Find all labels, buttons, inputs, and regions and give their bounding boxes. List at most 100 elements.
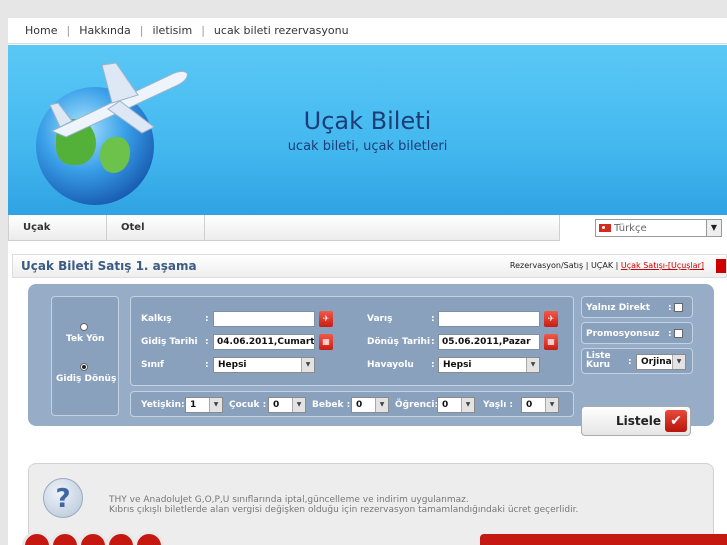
airplane-pick-icon[interactable]: ✈ xyxy=(319,311,333,327)
infant-value: 0 xyxy=(356,400,363,410)
search-button[interactable]: Listele ✔ xyxy=(581,406,691,436)
step-marker xyxy=(716,259,726,273)
airline-value: Hepsi xyxy=(443,360,472,370)
turkey-flag-icon xyxy=(599,224,611,232)
senior-value: 0 xyxy=(526,400,533,410)
direct-only-option: Yalnız Direkt : xyxy=(581,296,693,318)
page: Home | Hakkında | iletisim | ucak bileti… xyxy=(8,18,727,545)
origin-label: Kalkış xyxy=(141,314,172,324)
decorative-circles xyxy=(22,531,164,545)
direct-only-checkbox[interactable] xyxy=(674,303,683,312)
colon: : xyxy=(668,329,672,339)
child-label: Çocuk : xyxy=(229,400,267,410)
departure-date-label: Gidiş Tarihi xyxy=(141,337,198,347)
route-panel: Kalkış : ✈ Varış : ✈ Gidiş Tarihi : 04.0… xyxy=(130,296,574,386)
destination-label: Varış xyxy=(367,314,393,324)
list-currency-label-line: Kuru xyxy=(586,360,611,370)
child-select[interactable]: 0 ▼ xyxy=(268,397,306,413)
class-select[interactable]: Hepsi ▼ xyxy=(213,357,315,373)
round-trip-label: Gidiş Dönüş xyxy=(56,374,117,384)
passenger-panel: Yetişkin: 1 ▼ Çocuk : 0 ▼ Bebek : 0 ▼ Öğ… xyxy=(130,391,574,417)
red-circle xyxy=(106,531,136,545)
chevron-down-icon: ▼ xyxy=(209,398,222,412)
adult-select[interactable]: 1 ▼ xyxy=(185,397,223,413)
infant-select[interactable]: 0 ▼ xyxy=(351,397,389,413)
top-navigation: Home | Hakkında | iletisim | ucak bileti… xyxy=(8,18,727,44)
return-date-input[interactable]: 05.06.2011,Pazar xyxy=(438,334,540,350)
chevron-down-icon: ▼ xyxy=(461,398,474,412)
trip-type-panel: Tek Yön Gidiş Dönüş xyxy=(51,296,119,416)
senior-select[interactable]: 0 ▼ xyxy=(521,397,559,413)
direct-only-label: Yalnız Direkt xyxy=(586,303,651,313)
child-value: 0 xyxy=(273,400,280,410)
chevron-down-icon[interactable]: ▼ xyxy=(706,220,721,236)
nav-reservation-link[interactable]: ucak bileti rezervasyonu xyxy=(205,24,358,37)
site-title: Uçak Bileti xyxy=(303,107,432,135)
tab-hotel[interactable]: Otel xyxy=(107,215,205,240)
departure-date-input[interactable]: 04.06.2011,Cumartesi xyxy=(213,334,315,350)
breadcrumb-link[interactable]: Uçak Satışı-[Uçuşlar] xyxy=(621,261,704,270)
main-navigation: Uçak Otel xyxy=(8,215,560,241)
question-icon: ? xyxy=(43,478,83,518)
chevron-down-icon: ▼ xyxy=(292,398,305,412)
red-circle xyxy=(78,531,108,545)
origin-input[interactable] xyxy=(213,311,315,327)
site-subtitle: ucak bileti, uçak biletleri xyxy=(287,139,448,154)
calendar-icon[interactable]: ▦ xyxy=(319,334,333,350)
one-way-label: Tek Yön xyxy=(66,334,105,344)
decorative-red-bar xyxy=(480,534,727,545)
class-label: Sınıf xyxy=(141,360,164,370)
step-header: Uçak Bileti Satış 1. aşama Rezervasyon/S… xyxy=(12,254,727,278)
student-label: Öğrenci: xyxy=(395,400,439,410)
checkmark-icon: ✔ xyxy=(665,410,687,432)
infant-label: Bebek : xyxy=(312,400,351,410)
adult-label: Yetişkin: xyxy=(141,400,185,410)
airline-label: Havayolu xyxy=(367,360,414,370)
list-currency-select[interactable]: Orjinal ▼ xyxy=(636,354,686,370)
chevron-down-icon: ▼ xyxy=(301,358,314,372)
info-line: THY ve AnadoluJet G,O,P,U sınıflarında i… xyxy=(109,495,469,505)
language-select[interactable]: Türkçe ▼ xyxy=(595,219,722,237)
nav-home-link[interactable]: Home xyxy=(16,24,66,37)
red-circle xyxy=(22,531,52,545)
colon: : xyxy=(668,303,672,313)
red-circle xyxy=(50,531,80,545)
round-trip-radio[interactable] xyxy=(80,363,88,371)
colon: : xyxy=(205,337,209,347)
student-select[interactable]: 0 ▼ xyxy=(437,397,475,413)
header-banner: Uçak Bileti ucak bileti, uçak biletleri xyxy=(8,45,727,215)
return-date-label: Dönüş Tarihi xyxy=(367,337,431,347)
list-currency-value: Orjinal xyxy=(641,357,675,367)
adult-value: 1 xyxy=(190,400,197,410)
colon: : xyxy=(628,357,632,367)
info-line: Kıbrıs çıkışlı biletlerde alan vergisi d… xyxy=(109,505,579,515)
chevron-down-icon: ▼ xyxy=(545,398,558,412)
no-promo-checkbox[interactable] xyxy=(674,329,683,338)
colon: : xyxy=(205,314,209,324)
chevron-down-icon: ▼ xyxy=(672,355,685,369)
student-value: 0 xyxy=(442,400,449,410)
colon: : xyxy=(205,360,209,370)
one-way-radio[interactable] xyxy=(80,323,88,331)
colon: : xyxy=(431,337,435,347)
list-currency-label: Liste Kuru xyxy=(586,352,611,370)
no-promo-label: Promosyonsuz xyxy=(586,329,660,339)
calendar-icon[interactable]: ▦ xyxy=(544,334,558,350)
airplane-pick-icon[interactable]: ✈ xyxy=(544,311,558,327)
language-value: Türkçe xyxy=(614,222,647,234)
nav-about-link[interactable]: Hakkında xyxy=(70,24,140,37)
breadcrumb-static: Rezervasyon/Satış | UÇAK | xyxy=(509,261,619,270)
red-circle xyxy=(134,531,164,545)
colon: : xyxy=(431,360,435,370)
nav-contact-link[interactable]: iletisim xyxy=(143,24,201,37)
class-value: Hepsi xyxy=(218,360,247,370)
airline-select[interactable]: Hepsi ▼ xyxy=(438,357,540,373)
info-text: THY ve AnadoluJet G,O,P,U sınıflarında i… xyxy=(109,495,578,515)
flight-search-form: Tek Yön Gidiş Dönüş Kalkış : ✈ Varış : ✈… xyxy=(28,284,714,436)
search-button-label: Listele xyxy=(616,414,662,428)
destination-input[interactable] xyxy=(438,311,540,327)
colon: : xyxy=(431,314,435,324)
step-title: Uçak Bileti Satış 1. aşama xyxy=(21,259,197,273)
tab-flight[interactable]: Uçak xyxy=(9,215,107,240)
list-currency-option: Liste Kuru : Orjinal ▼ xyxy=(581,348,693,374)
